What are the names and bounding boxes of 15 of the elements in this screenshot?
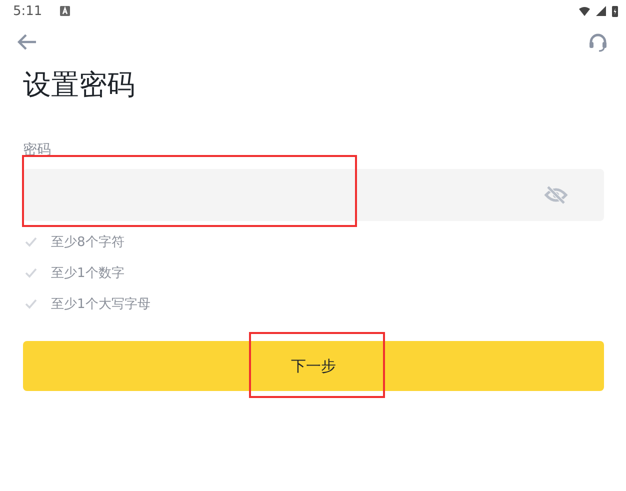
password-rule: 至少1个大写字母 — [51, 296, 150, 312]
wifi-icon — [579, 6, 590, 16]
next-button[interactable]: 下一步 — [23, 341, 604, 391]
notification-icon — [60, 6, 70, 16]
page-title: 设置密码 — [23, 67, 136, 103]
back-arrow-icon[interactable] — [17, 34, 37, 50]
battery-icon — [612, 6, 618, 16]
password-field[interactable] — [23, 169, 604, 221]
password-rule: 至少8个字符 — [51, 234, 124, 250]
status-time: 5:11 — [13, 4, 42, 18]
password-rule: 至少1个数字 — [51, 264, 124, 282]
headset-icon[interactable] — [588, 32, 608, 52]
field-label: 密码 — [23, 141, 52, 159]
eye-hidden-icon[interactable] — [544, 186, 568, 204]
signal-icon — [596, 6, 606, 16]
